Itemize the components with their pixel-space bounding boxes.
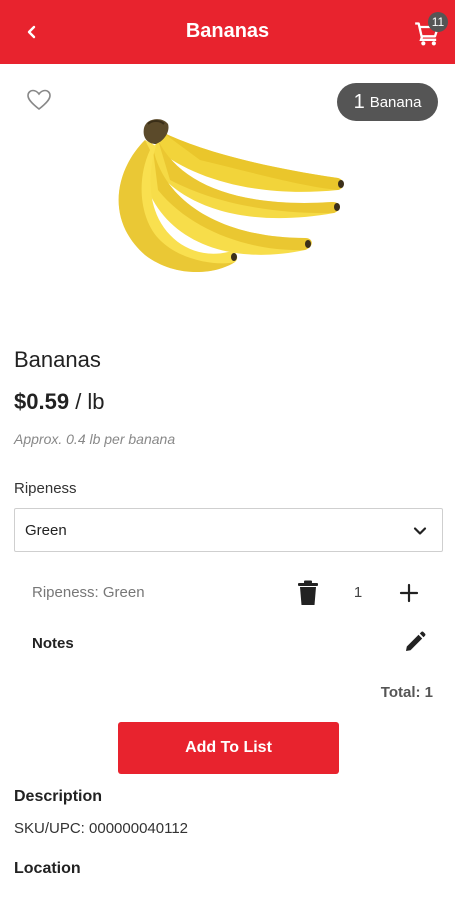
- favorite-button[interactable]: [26, 88, 52, 112]
- notes-label: Notes: [32, 635, 74, 652]
- line-item-label: Ripeness: Green: [32, 584, 145, 601]
- chevron-down-icon: [413, 527, 427, 535]
- ripeness-select[interactable]: Green: [14, 508, 443, 552]
- increase-quantity-button[interactable]: [398, 582, 420, 604]
- cart-count-badge: 11: [428, 12, 448, 32]
- pencil-icon: [406, 631, 426, 651]
- total-count: Total: 1: [380, 684, 433, 701]
- price-unit: / lb: [75, 389, 105, 414]
- price-value: $0.59: [14, 389, 70, 414]
- app-header: Bananas 11: [0, 0, 455, 64]
- unit-count: 1: [353, 90, 365, 113]
- trash-icon: [298, 580, 318, 605]
- product-name: Bananas: [14, 347, 101, 372]
- quantity-value: 1: [353, 584, 363, 601]
- heart-outline-icon: [27, 89, 51, 111]
- plus-icon: [399, 583, 419, 603]
- location-heading: Location: [14, 860, 81, 877]
- banana-bunch-image: [118, 119, 344, 273]
- price: $0.59 / lb: [14, 389, 105, 415]
- ripeness-selected-value: Green: [25, 522, 67, 539]
- ripeness-label: Ripeness: [14, 480, 77, 497]
- approx-weight-note: Approx. 0.4 lb per banana: [14, 431, 176, 447]
- edit-notes-button[interactable]: [403, 630, 427, 654]
- description-heading: Description: [14, 788, 103, 805]
- sku-text: SKU/UPC: 000000040112: [14, 820, 189, 837]
- delete-button[interactable]: [297, 580, 319, 606]
- page-title: Bananas: [185, 20, 270, 42]
- unit-word: Banana: [369, 93, 422, 111]
- cart-button[interactable]: 11: [414, 12, 450, 48]
- add-to-list-button[interactable]: Add To List: [118, 722, 339, 774]
